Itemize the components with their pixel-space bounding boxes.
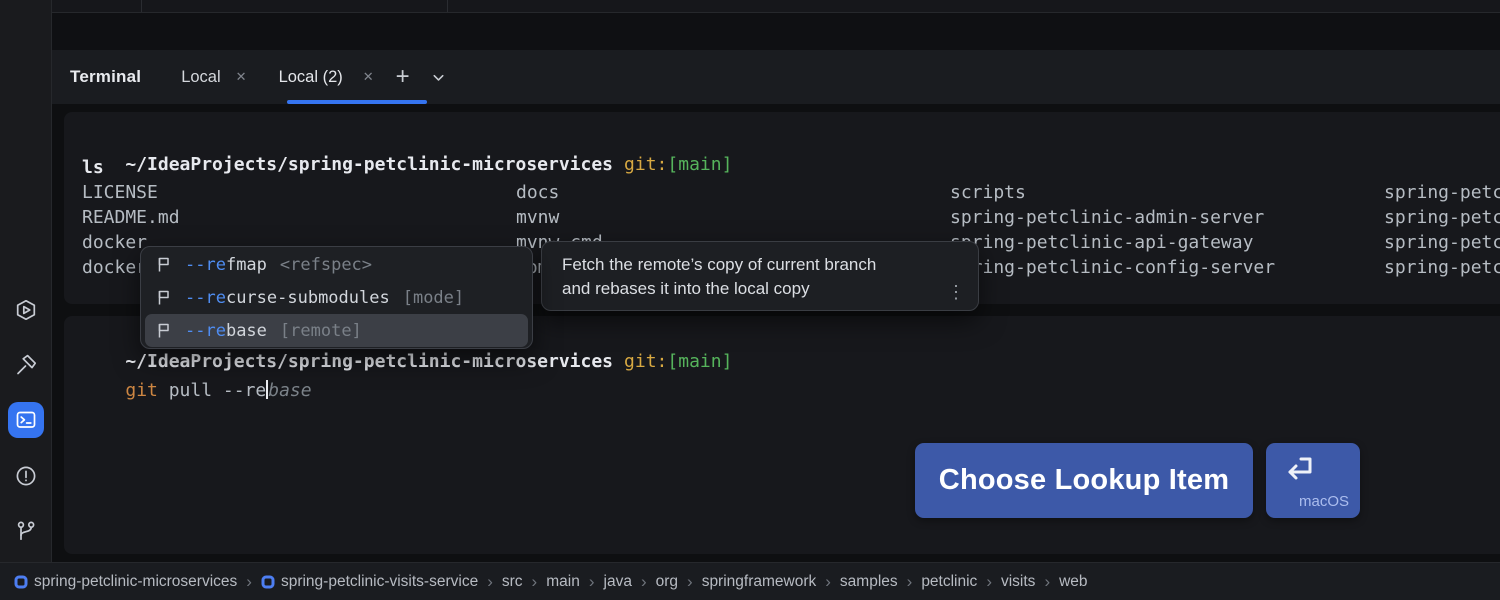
ls-entry: scripts — [950, 180, 1026, 205]
ls-entry: docs — [516, 180, 559, 205]
return-key-badge: macOS — [1266, 443, 1360, 518]
breadcrumb-item[interactable]: src — [502, 573, 523, 591]
command-git: git — [125, 380, 158, 401]
version-control-icon[interactable] — [8, 513, 44, 549]
terminal-input-line[interactable]: git pull --rebase — [82, 353, 312, 428]
tooltip-text: and rebases it into the local copy — [562, 277, 938, 301]
completion-item[interactable]: --refmap<refspec> — [145, 248, 528, 281]
tab-divider — [447, 0, 448, 12]
panel-title: Terminal — [70, 67, 141, 87]
breadcrumb-item[interactable]: petclinic — [921, 573, 977, 591]
flag-icon — [156, 322, 172, 339]
platform-label: macOS — [1299, 493, 1349, 510]
chevron-right-icon: › — [589, 572, 595, 592]
terminal-prompt-line: ~/IdeaProjects/spring-petclinic-microser… — [82, 127, 732, 202]
chevron-right-icon: › — [487, 572, 493, 592]
ls-entry: README.md — [82, 205, 180, 230]
ls-entry: mvnw — [516, 205, 559, 230]
doc-tooltip: Fetch the remote’s copy of current branc… — [541, 241, 979, 311]
close-icon[interactable]: ✕ — [363, 69, 374, 85]
module-icon — [14, 575, 28, 589]
services-icon[interactable] — [8, 292, 44, 328]
prompt-path: ~/IdeaProjects/spring-petclinic-microser… — [125, 154, 613, 175]
chevron-right-icon: › — [907, 572, 913, 592]
breadcrumb-item[interactable]: web — [1059, 573, 1087, 591]
flag-icon — [156, 256, 172, 273]
chevron-down-icon[interactable] — [430, 69, 447, 86]
button-label: Choose Lookup Item — [939, 464, 1229, 497]
tab-local-2[interactable]: Local (2) ✕ — [279, 68, 374, 87]
ls-entry: spring-petc — [1384, 180, 1500, 205]
chevron-right-icon: › — [641, 572, 647, 592]
tab-divider — [141, 0, 142, 12]
return-key-icon — [1283, 454, 1317, 484]
chevron-right-icon: › — [246, 572, 252, 592]
chevron-right-icon: › — [1044, 572, 1050, 592]
breadcrumb-item[interactable]: samples — [840, 573, 898, 591]
breadcrumb-item[interactable]: springframework — [702, 573, 817, 591]
ls-entry: spring-petclinic-api-gateway — [950, 230, 1253, 255]
flag-icon — [156, 289, 172, 306]
breadcrumb: spring-petclinic-microservices › spring-… — [0, 562, 1500, 600]
module-icon — [261, 575, 275, 589]
tool-window-stripe — [0, 0, 52, 562]
close-icon[interactable]: ✕ — [236, 69, 247, 85]
prompt-git: git: — [624, 351, 667, 372]
terminal-command: ls — [82, 155, 104, 180]
breadcrumb-item[interactable]: main — [546, 573, 580, 591]
terminal-tab-bar: Terminal Local ✕ Local (2) ✕ + — [52, 50, 1500, 104]
breadcrumb-item[interactable]: spring-petclinic-microservices — [14, 573, 237, 591]
tooltip-text: Fetch the remote’s copy of current branc… — [562, 253, 938, 277]
ls-entry: spring-petc — [1384, 205, 1500, 230]
problems-icon[interactable] — [8, 458, 44, 494]
ls-entry: spring-petclinic-config-server — [950, 255, 1275, 280]
editor-tabs-strip — [52, 0, 1500, 13]
build-icon[interactable] — [8, 347, 44, 383]
selected-tab-underline — [287, 100, 427, 104]
breadcrumb-item[interactable]: org — [656, 573, 678, 591]
ide-terminal-panel: Terminal Local ✕ Local (2) ✕ + ~/IdeaPro… — [0, 0, 1500, 600]
chevron-right-icon: › — [532, 572, 538, 592]
completion-item[interactable]: --recurse-submodules[mode] — [145, 281, 528, 314]
ls-entry: LICENSE — [82, 180, 158, 205]
completion-popup: --refmap<refspec> --recurse-submodules[m… — [140, 246, 533, 349]
ls-entry: spring-petclinic-admin-server — [950, 205, 1264, 230]
breadcrumb-item[interactable]: spring-petclinic-visits-service — [261, 573, 478, 591]
command-args: pull --re — [158, 380, 266, 401]
completion-item-selected[interactable]: --rebase[remote] — [145, 314, 528, 347]
more-options-icon[interactable]: ⋮ — [947, 283, 965, 301]
chevron-right-icon: › — [687, 572, 693, 592]
prompt-branch: [main] — [667, 351, 732, 372]
breadcrumb-item[interactable]: visits — [1001, 573, 1035, 591]
chevron-right-icon: › — [986, 572, 992, 592]
prompt-git: git: — [624, 154, 667, 175]
prompt-branch: [main] — [667, 154, 732, 175]
inline-suggestion: base — [268, 380, 311, 401]
choose-lookup-item-button[interactable]: Choose Lookup Item — [915, 443, 1253, 518]
terminal-icon[interactable] — [8, 402, 44, 438]
ls-entry: spring-petc — [1384, 230, 1500, 255]
new-terminal-tab-button[interactable]: + — [396, 63, 410, 91]
ls-entry: spring-petc — [1384, 255, 1500, 280]
tab-local[interactable]: Local ✕ — [181, 68, 246, 87]
breadcrumb-item[interactable]: java — [604, 573, 632, 591]
chevron-right-icon: › — [825, 572, 831, 592]
panel-header-spacer — [52, 13, 1500, 50]
ls-entry: docker — [82, 230, 147, 255]
